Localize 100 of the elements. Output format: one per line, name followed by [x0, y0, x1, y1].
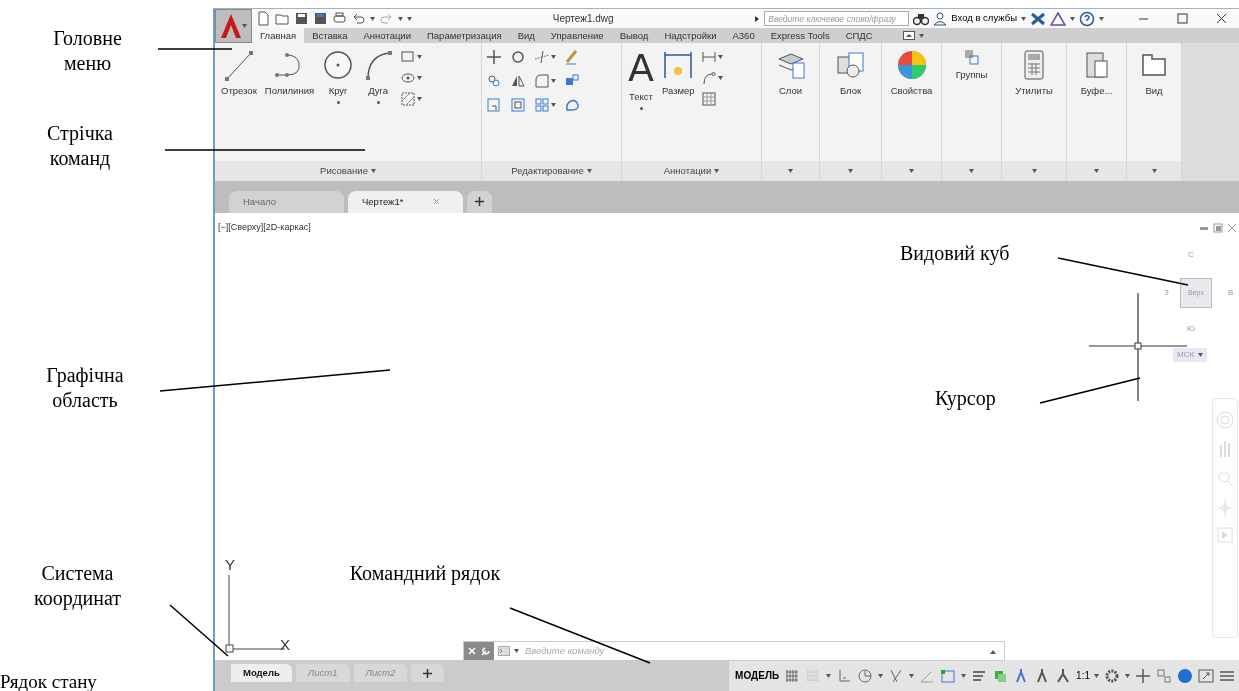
wrench-icon[interactable]	[480, 645, 490, 656]
sign-in-button[interactable]: Вход в службы	[951, 11, 1026, 26]
panel-title-button[interactable]: Редактирование	[482, 160, 621, 181]
expand-arrow-icon[interactable]	[754, 14, 761, 23]
ribbon-tool-button[interactable]	[564, 97, 580, 113]
ribbon-tab[interactable]: A360	[724, 28, 763, 43]
viewport-label[interactable]: [−][Сверху][2D-каркас]	[218, 220, 311, 235]
ribbon-tool-button[interactable]	[534, 97, 556, 113]
caret-icon	[848, 168, 853, 173]
maximize-icon[interactable]	[1177, 13, 1188, 24]
new-file-icon[interactable]	[256, 11, 271, 26]
ribbon-tool-button[interactable]: Блок	[832, 47, 869, 101]
panel-title-button[interactable]: Аннотации	[622, 160, 761, 181]
fullscreen-icon[interactable]	[1198, 667, 1214, 684]
window-title: Чертеж1.dwg	[551, 12, 615, 26]
user-icon[interactable]	[933, 11, 948, 26]
caret-icon	[586, 168, 592, 173]
restore-icon[interactable]	[1213, 222, 1223, 233]
exchange-icon[interactable]	[1030, 11, 1046, 26]
command-line-handle[interactable]	[464, 641, 494, 660]
caret-icon	[551, 103, 556, 107]
ellipse-icon	[400, 70, 417, 86]
gear-icon[interactable]	[1104, 667, 1120, 684]
file-tab[interactable]: Начало	[229, 190, 344, 213]
isolate-objects-icon[interactable]	[1156, 667, 1172, 684]
ribbon-tool-button[interactable]: Размер	[660, 47, 697, 101]
caret-icon[interactable]	[1070, 16, 1075, 21]
application-menu-button[interactable]	[215, 9, 252, 43]
leader-line	[169, 604, 229, 657]
ribbon-tab[interactable]: СПДС	[837, 28, 881, 43]
new-layout-button[interactable]	[411, 664, 445, 683]
callout-label: Видовий куб	[900, 241, 1010, 266]
annotation-autoscale-icon[interactable]	[1055, 667, 1072, 684]
caret-icon[interactable]	[878, 673, 884, 678]
ribbon-tool-button[interactable]: Полилиния	[262, 47, 317, 101]
ribbon-tool-button[interactable]: Свойства	[888, 47, 935, 101]
caret-icon[interactable]	[514, 648, 519, 653]
caret-icon[interactable]	[370, 16, 375, 21]
block-icon	[834, 49, 867, 81]
a360-icon[interactable]	[1050, 11, 1066, 26]
ribbon-tool-button[interactable]: Группы	[953, 47, 990, 85]
caret-icon[interactable]	[826, 673, 832, 678]
ribbon-tool-button[interactable]: Отрезок	[219, 47, 259, 101]
ribbon-tab[interactable]: Вид	[509, 28, 543, 43]
ribbon-tab[interactable]: Express Tools	[762, 28, 838, 43]
model-space-button[interactable]: МОДЕЛЬ	[735, 668, 780, 683]
ribbon-tool-button[interactable]	[486, 73, 502, 89]
ribbon-tab[interactable]: Управление	[542, 28, 612, 43]
ribbon-tool-button[interactable]	[510, 73, 526, 89]
caret-icon[interactable]	[1125, 673, 1130, 678]
ribbon-tool-button[interactable]	[400, 49, 423, 65]
file-tab[interactable]: Чертеж1*	[348, 190, 463, 213]
caret-icon	[788, 168, 793, 173]
panel-title-button[interactable]: Рисование	[215, 160, 481, 181]
undo-icon[interactable]	[351, 11, 366, 26]
object-snap-icon[interactable]	[940, 667, 957, 684]
ribbon-tool-button[interactable]	[400, 70, 423, 86]
ribbon-tab[interactable]: Аннотации	[355, 28, 419, 43]
ribbon-tool-button[interactable]: Вид	[1136, 47, 1172, 101]
ribbon-tab[interactable]: Вывод	[611, 28, 657, 43]
save-icon[interactable]	[294, 11, 309, 26]
ribbon-tool-button[interactable]	[486, 49, 502, 65]
ribbon-tool-button[interactable]	[700, 70, 723, 86]
caret-up-icon[interactable]	[990, 649, 996, 654]
plus-icon[interactable]	[1135, 667, 1151, 684]
caret-icon[interactable]	[909, 673, 915, 678]
print-icon[interactable]	[332, 11, 347, 26]
ribbon-tool-button[interactable]	[700, 49, 723, 65]
search-field[interactable]: Введите ключевое слово/фразу	[764, 11, 910, 26]
text-glyph-icon: A	[628, 49, 654, 87]
grid-icon[interactable]	[784, 667, 801, 684]
caret-icon[interactable]	[1099, 16, 1104, 21]
binoculars-icon[interactable]	[913, 11, 930, 26]
ribbon-tool-button[interactable]: A Текст	[626, 47, 656, 113]
layout-tab[interactable]: Модель	[231, 664, 292, 683]
ribbon-tab[interactable]: Параметризация	[419, 28, 510, 43]
callout-label: Графічна область	[45, 363, 125, 413]
ribbon-tool-button[interactable]	[400, 91, 423, 107]
save-as-icon[interactable]	[313, 11, 328, 26]
scale-icon	[510, 97, 526, 113]
caret-icon[interactable]	[961, 673, 967, 678]
ribbon-tab[interactable]: Главная	[252, 28, 305, 43]
ribbon-tool-button[interactable]: Буфе...	[1078, 47, 1115, 101]
ribbon-tab[interactable]: Надстройки	[656, 28, 725, 43]
new-tab-button[interactable]	[467, 190, 492, 213]
ribbon-tool-button[interactable]	[534, 49, 556, 65]
polar-icon[interactable]	[857, 667, 874, 684]
ribbon-tool-button[interactable]	[534, 73, 556, 89]
ribbon-tool-button[interactable]: Дуга	[360, 47, 397, 107]
hardware-acceleration-icon[interactable]	[1177, 667, 1193, 684]
help-icon[interactable]	[1079, 10, 1095, 27]
ribbon-tool-button[interactable]: Утилиты	[1013, 47, 1055, 101]
ribbon-tool-button[interactable]	[510, 49, 526, 65]
annotation-scale-button[interactable]: 1:1	[1076, 668, 1099, 683]
close-icon[interactable]	[1216, 13, 1227, 24]
ribbon-tab[interactable]: Вставка	[304, 28, 356, 43]
command-prompt-icon[interactable]	[498, 645, 510, 656]
ribbon-tool-button[interactable]: Слои	[772, 47, 809, 101]
copy-icon	[486, 73, 502, 89]
ribbon-tool-button[interactable]: Круг	[320, 47, 357, 107]
